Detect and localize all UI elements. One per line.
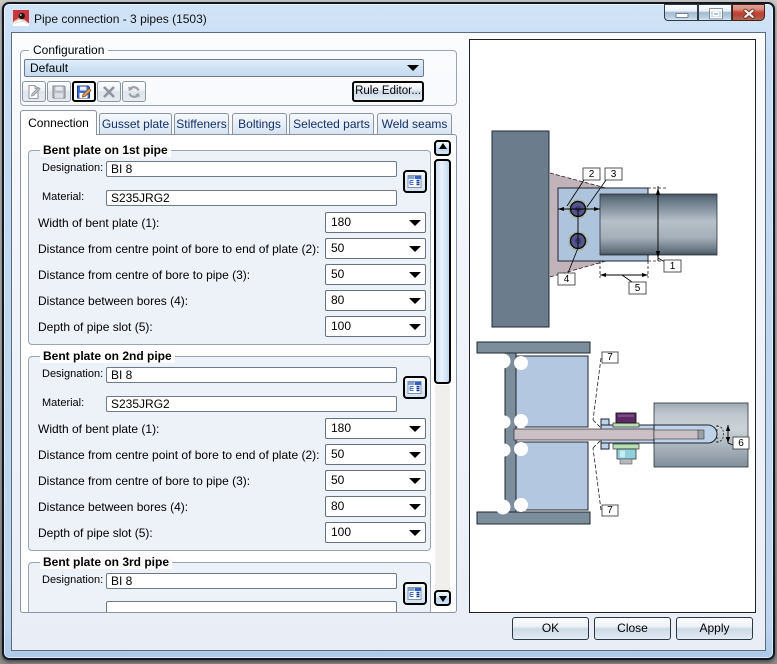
svg-text:2: 2 xyxy=(589,169,595,180)
svg-text:7: 7 xyxy=(607,505,613,516)
svg-text:1: 1 xyxy=(670,261,676,272)
svg-text:6: 6 xyxy=(738,438,744,449)
svg-text:5: 5 xyxy=(635,283,641,294)
svg-text:3: 3 xyxy=(611,169,617,180)
svg-text:4: 4 xyxy=(564,274,570,285)
svg-text:7: 7 xyxy=(607,352,613,363)
